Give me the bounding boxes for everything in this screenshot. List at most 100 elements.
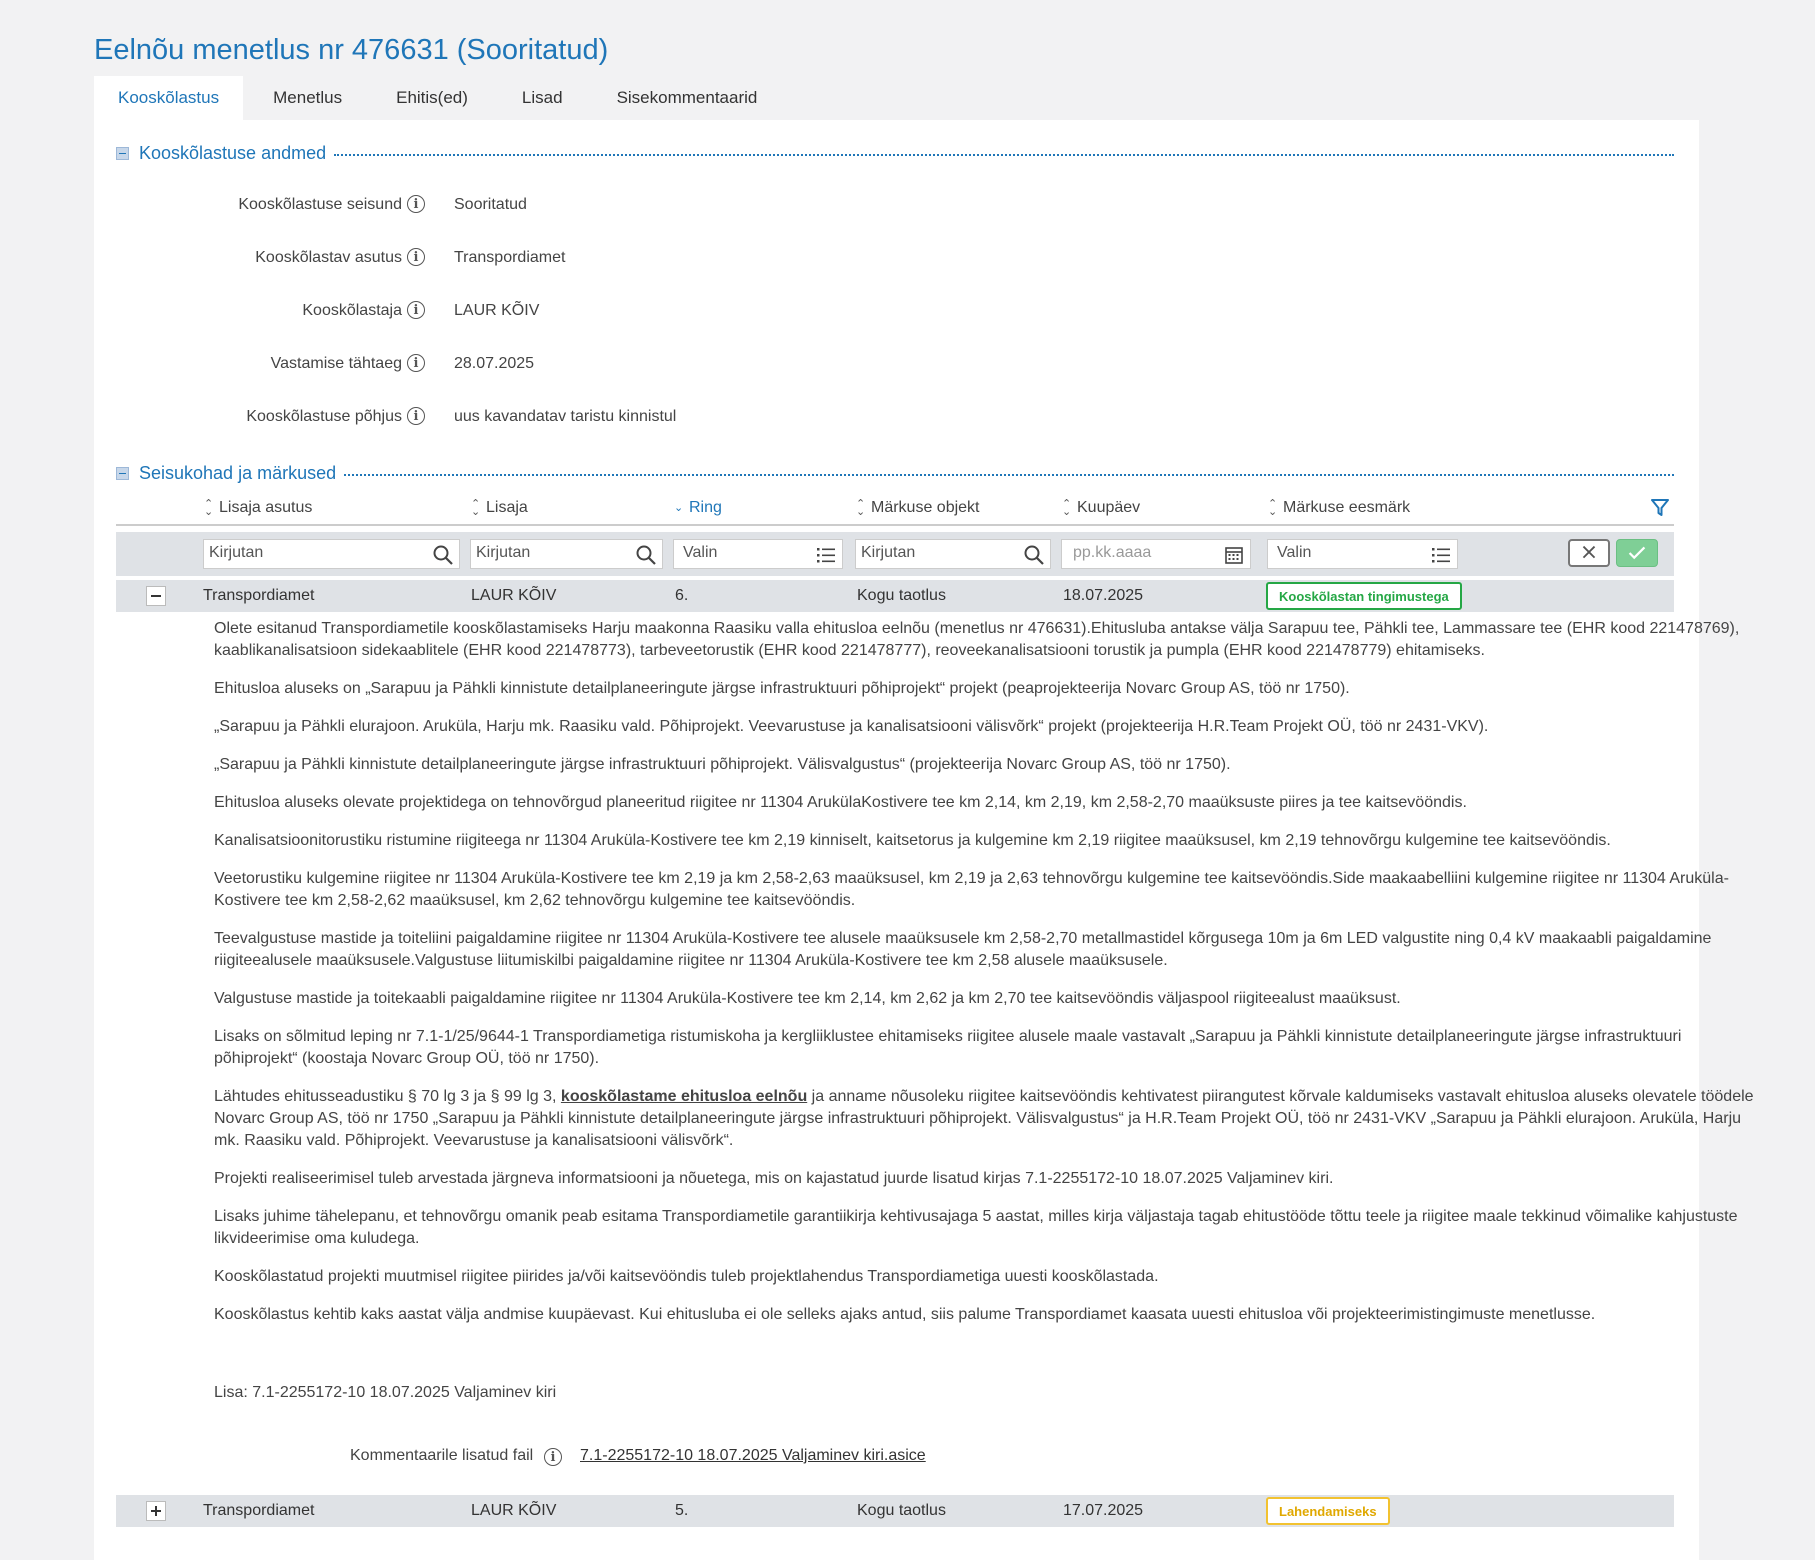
col-header-markuse-eesmark[interactable]: ⌃ ⌄ Märkuse eesmärk <box>1268 497 1411 518</box>
collapse-icon[interactable] <box>116 146 129 160</box>
info-icon[interactable]: i <box>407 248 425 266</box>
status-badge: Lahendamiseks <box>1266 1497 1390 1525</box>
search-icon[interactable] <box>432 544 454 566</box>
filter-kuupaev <box>1061 539 1251 569</box>
col-header-label: Märkuse eesmärk <box>1283 499 1411 516</box>
clear-filter-button[interactable] <box>1568 539 1610 567</box>
cell-asutus: Transpordiamet <box>203 1502 315 1519</box>
comment-paragraph: Lisaks on sõlmitud leping nr 7.1-1/25/96… <box>214 1028 1682 1067</box>
col-header-lisaja[interactable]: ⌃ ⌄ Lisaja <box>471 498 528 517</box>
filter-objekt <box>855 539 1051 569</box>
filter-row <box>116 532 1674 576</box>
comment-paragraph: Ehitusloa aluseks olevate projektidega o… <box>214 794 1467 811</box>
cell-objekt: Kogu taotlus <box>857 1502 946 1519</box>
field-label: Vastamise tähtaeg <box>270 355 402 372</box>
check-icon <box>1628 546 1646 560</box>
cell-asutus: Transpordiamet <box>203 587 315 604</box>
filter-asutus <box>203 539 460 569</box>
filter-lisaja-input[interactable] <box>476 544 610 562</box>
expand-row-button[interactable] <box>146 1501 166 1521</box>
col-header-markuse-objekt[interactable]: ⌃ ⌄ Märkuse objekt <box>856 497 980 518</box>
sort-icon: ⌃ ⌄ <box>204 497 214 518</box>
tab-sisekommentaarid[interactable]: Sisekommentaarid <box>593 76 782 120</box>
tab-kooskolastus[interactable]: Kooskõlastus <box>94 76 244 120</box>
section-divider <box>344 474 1674 476</box>
sort-icon: ⌃ ⌄ <box>856 497 866 518</box>
comment-paragraph: Teevalgustuse mastide ja toiteliini paig… <box>214 930 1712 969</box>
col-header-lisaja-asutus[interactable]: ⌃ ⌄ Lisaja asutus <box>204 497 313 518</box>
info-icon[interactable]: i <box>544 1448 562 1466</box>
filter-icon[interactable] <box>1650 498 1670 518</box>
info-icon[interactable]: i <box>407 195 425 213</box>
cell-ring: 5. <box>675 1502 689 1519</box>
col-header-label: Ring <box>689 499 722 516</box>
cell-lisaja: LAUR KÕIV <box>471 1502 557 1519</box>
comment-paragraph: Kooskõlastus kehtib kaks aastat välja an… <box>214 1306 1596 1323</box>
tab-ehitised[interactable]: Ehitis(ed) <box>372 76 492 120</box>
col-header-kuupaev[interactable]: ⌃ ⌄ Kuupäev <box>1062 497 1141 518</box>
comment-paragraph: Lähtudes ehitusseadustiku § 70 lg 3 ja §… <box>214 1086 1754 1152</box>
col-header-ring[interactable]: ⌄ Ring <box>674 499 722 517</box>
comment-emphasis: kooskõlastame ehitusloa eelnõu <box>560 1088 808 1105</box>
filter-lisaja <box>470 539 663 569</box>
filter-kuupaev-input[interactable] <box>1073 544 1205 562</box>
collapse-icon[interactable] <box>116 466 129 480</box>
info-icon[interactable]: i <box>407 301 425 319</box>
close-icon <box>1582 545 1596 559</box>
attached-file-link[interactable]: 7.1-2255172-10 18.07.2025 Valjaminev kir… <box>580 1447 926 1465</box>
sort-icon: ⌃ ⌄ <box>1268 497 1278 518</box>
comment-body: Olete esitanud Transpordiametile kooskõl… <box>214 618 1754 1342</box>
collapse-row-button[interactable] <box>146 586 166 606</box>
filter-ring[interactable] <box>673 539 843 569</box>
content-card: Kooskõlastuse andmed Kooskõlastuse seisu… <box>94 120 1754 1560</box>
field-label: Kooskõlastav asutus <box>255 249 402 266</box>
status-badge: Kooskõlastan tingimustega <box>1266 582 1462 610</box>
comment-paragraph: Projekti realiseerimisel tuleb arvestada… <box>214 1170 1334 1187</box>
field-seisund: Kooskõlastuse seisund i Sooritatud <box>94 192 994 218</box>
table-row[interactable]: Transpordiamet LAUR KÕIV 6. Kogu taotlus… <box>116 580 1674 612</box>
section-divider <box>334 154 1674 156</box>
info-icon[interactable]: i <box>407 407 425 425</box>
tab-lisad[interactable]: Lisad <box>498 76 587 120</box>
field-value: Sooritatud <box>454 196 527 213</box>
comment-paragraph: Ehitusloa aluseks on „Sarapuu ja Pähkli … <box>214 680 1350 697</box>
list-icon[interactable] <box>1430 544 1452 566</box>
apply-filter-button[interactable] <box>1616 539 1658 567</box>
field-value: LAUR KÕIV <box>454 302 540 319</box>
field-asutus: Kooskõlastav asutus i Transpordiamet <box>94 245 994 271</box>
tab-menetlus[interactable]: Menetlus <box>249 76 366 120</box>
attachment-note: Lisa: 7.1-2255172-10 18.07.2025 Valjamin… <box>214 1384 557 1401</box>
cell-kuupaev: 18.07.2025 <box>1063 587 1144 604</box>
info-icon[interactable]: i <box>407 354 425 372</box>
field-value: Transpordiamet <box>454 249 566 266</box>
comment-paragraph: Kanalisatsioonitorustiku ristumine riigi… <box>214 832 1611 849</box>
col-header-label: Kuupäev <box>1077 499 1141 516</box>
attached-file-label: Kommentaarile lisatud fail <box>350 1447 534 1464</box>
field-value: 28.07.2025 <box>454 355 535 372</box>
filter-eesmark[interactable] <box>1267 539 1458 569</box>
comment-paragraph: „Sarapuu ja Pähkli kinnistute detailplan… <box>214 756 1231 773</box>
cell-objekt: Kogu taotlus <box>857 587 946 604</box>
field-value: uus kavandatav taristu kinnistul <box>454 408 677 425</box>
search-icon[interactable] <box>635 544 657 566</box>
sort-icon: ⌃ ⌄ <box>1062 497 1072 518</box>
filter-objekt-input[interactable] <box>861 544 997 562</box>
calendar-icon[interactable] <box>1223 544 1245 566</box>
table-row[interactable]: Transpordiamet LAUR KÕIV 5. Kogu taotlus… <box>116 1495 1674 1527</box>
filter-eesmark-select[interactable] <box>1277 544 1410 562</box>
search-icon[interactable] <box>1023 544 1045 566</box>
field-kooskolastaja: Kooskõlastaja i LAUR KÕIV <box>94 298 994 324</box>
attached-file-row: Kommentaarile lisatud fail i 7.1-2255172… <box>350 1447 926 1466</box>
filter-asutus-input[interactable] <box>209 544 388 562</box>
cell-ring: 6. <box>675 587 689 604</box>
plus-icon-vertical <box>155 1506 157 1516</box>
field-pohjus: Kooskõlastuse põhjus i uus kavandatav ta… <box>94 404 994 430</box>
comment-paragraph: Veetorustiku kulgemine riigitee nr 11304… <box>214 870 1729 909</box>
filter-ring-select[interactable] <box>683 544 801 562</box>
comment-paragraph: Olete esitanud Transpordiametile kooskõl… <box>214 620 1740 659</box>
list-icon[interactable] <box>815 544 837 566</box>
col-header-label: Lisaja asutus <box>219 499 313 516</box>
comment-paragraph: Lisaks juhime tähelepanu, et tehnovõrgu … <box>214 1208 1738 1247</box>
page: Eelnõu menetlus nr 476631 (Sooritatud) K… <box>0 0 1815 1560</box>
cell-kuupaev: 17.07.2025 <box>1063 1502 1144 1519</box>
